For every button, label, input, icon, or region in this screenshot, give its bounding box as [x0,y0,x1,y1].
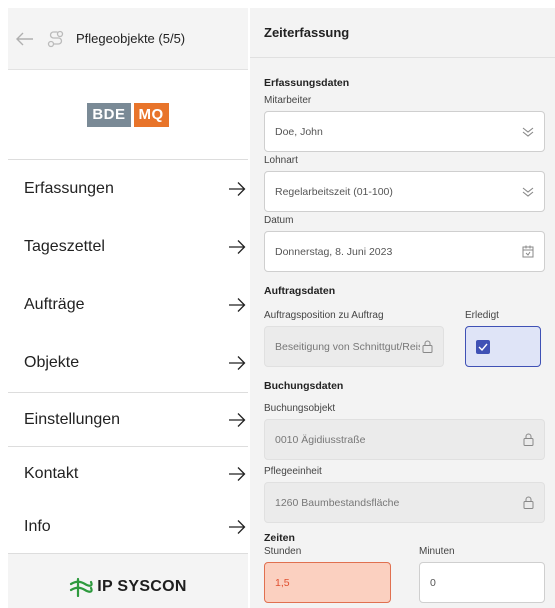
menu-item-label: Einstellungen [24,410,121,428]
menu-item-erfassungen[interactable]: Erfassungen [8,160,248,218]
datum-value: Donnerstag, 8. Juni 2023 [275,245,393,258]
app-logo-area: BDE MQ [8,70,248,160]
minuten-input[interactable]: 0 [419,562,545,603]
menu-item-einstellungen[interactable]: Einstellungen [8,393,248,446]
auftragsposition-field: Beseitigung von Schnittgut/Reis [264,326,444,367]
arrow-right-icon [226,519,248,535]
footer-brand-text: IP SYSCON [97,578,187,595]
menu-item-label: Kontakt [24,464,79,482]
pflegeeinheit-field: 1260 Baumbestandsfläche [264,482,545,523]
mitarbeiter-value: Doe, John [275,125,323,138]
back-arrow-icon[interactable] [8,32,42,46]
mitarbeiter-label: Mitarbeiter [264,95,312,106]
section-title-zeiten: Zeiten [264,532,295,544]
datum-label: Datum [264,215,294,226]
lock-icon [523,433,534,446]
lohnart-label: Lohnart [264,155,298,166]
arrow-right-icon [226,355,248,371]
menu-group-settings: Einstellungen [8,393,248,447]
mitarbeiter-select[interactable]: Doe, John [264,111,545,152]
route-icon [42,30,70,48]
menu-item-info[interactable]: Info [8,500,248,553]
sidebar: Pflegeobjekte (5/5) BDE MQ Erfassungen T… [8,8,248,608]
panel-title: Zeiterfassung [264,25,350,40]
stunden-value: 1,5 [275,576,290,589]
menu-item-label: Aufträge [24,296,85,313]
erledigt-label: Erledigt [465,310,499,321]
double-chevron-down-icon [522,127,534,137]
minuten-label: Minuten [419,546,455,557]
logo-mq-part: MQ [133,102,169,127]
menu-item-label: Erfassungen [24,180,114,197]
pflegeeinheit-label: Pflegeeinheit [264,466,322,477]
calendar-icon[interactable] [522,245,534,258]
ip-syscon-mark-icon [70,577,93,597]
sidebar-footer: IP SYSCON [8,554,248,608]
erledigt-checkbox-field[interactable] [465,326,541,367]
stunden-label: Stunden [264,546,302,557]
double-chevron-down-icon [522,187,534,197]
buchungsobjekt-value: 0010 Ägidiusstraße [275,433,366,446]
ip-syscon-logo: IP SYSCON [69,577,187,597]
menu-group-info: Kontakt Info [8,447,248,554]
menu-item-objekte[interactable]: Objekte [8,334,248,392]
menu-item-tageszettel[interactable]: Tageszettel [8,218,248,276]
auftragsposition-label: Auftragsposition zu Auftrag [264,310,384,321]
menu-item-auftraege[interactable]: Aufträge [8,276,248,334]
lohnart-select[interactable]: Regelarbeitszeit (01-100) [264,171,545,212]
lohnart-value: Regelarbeitszeit (01-100) [275,185,393,198]
arrow-right-icon [226,181,248,197]
menu-item-label: Objekte [24,354,80,371]
buchungsobjekt-label: Buchungsobjekt [264,403,336,414]
minuten-value: 0 [430,576,436,589]
arrow-right-icon [226,412,248,428]
lock-icon [523,496,534,509]
arrow-right-icon [226,466,248,482]
menu-group-main: Erfassungen Tageszettel Aufträge Objekte [8,160,248,393]
arrow-right-icon [226,239,248,255]
zeiterfassung-panel: Zeiterfassung Erfassungsdaten Mitarbeite… [250,8,555,608]
datum-picker[interactable]: Donnerstag, 8. Juni 2023 [264,231,545,272]
erledigt-checkbox[interactable] [476,339,490,354]
buchungsobjekt-field: 0010 Ägidiusstraße [264,419,545,460]
menu-item-kontakt[interactable]: Kontakt [8,447,248,500]
auftragsposition-value: Beseitigung von Schnittgut/Reis [275,340,420,353]
panel-header: Zeiterfassung [250,8,555,58]
section-title-auftragsdaten: Auftragsdaten [264,285,336,297]
arrow-right-icon [226,297,248,313]
section-title-erfassungsdaten: Erfassungsdaten [264,77,350,89]
lock-icon [422,340,433,353]
bde-mq-logo: BDE MQ [87,102,169,127]
sidebar-header-title: Pflegeobjekte (5/5) [76,31,186,46]
section-title-buchungsdaten: Buchungsdaten [264,380,344,392]
menu-item-label: Info [24,517,51,535]
sidebar-header: Pflegeobjekte (5/5) [8,8,248,70]
pflegeeinheit-value: 1260 Baumbestandsfläche [275,496,400,509]
checkmark-icon [478,343,488,351]
form-body: Erfassungsdaten Mitarbeiter Doe, John Lo… [250,77,555,603]
stunden-input[interactable]: 1,5 [264,562,391,603]
logo-bde-part: BDE [87,102,131,127]
menu-item-label: Tageszettel [24,238,105,255]
